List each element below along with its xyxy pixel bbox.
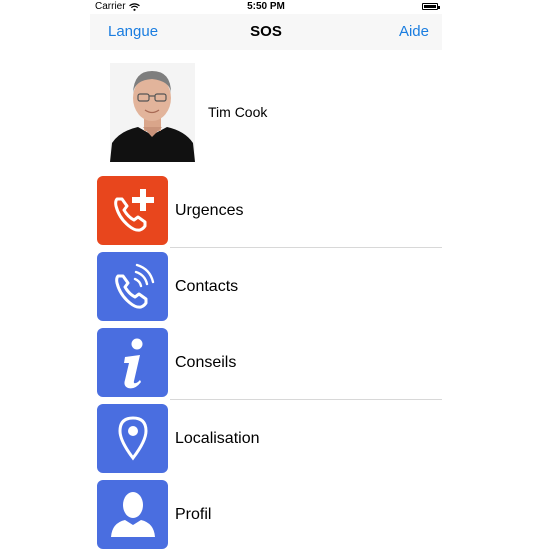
navigation-bar: Langue SOS Aide bbox=[90, 14, 442, 50]
row-divider bbox=[170, 399, 442, 400]
battery-icon bbox=[422, 3, 440, 10]
phone-call-icon bbox=[114, 263, 154, 309]
row-divider bbox=[170, 247, 442, 248]
menu-item-conseils[interactable]: Conseils bbox=[97, 328, 442, 404]
status-bar: Carrier 5:50 PM bbox=[90, 0, 442, 14]
menu-label-profil: Profil bbox=[175, 506, 212, 523]
menu-item-profil[interactable]: Profil bbox=[97, 480, 442, 550]
menu-item-localisation[interactable]: Localisation bbox=[97, 404, 442, 480]
clock: 5:50 PM bbox=[247, 1, 285, 12]
urgences-tile[interactable] bbox=[97, 176, 168, 245]
phone-screen: Carrier 5:50 PM Langue SOS Aide Tim Cook… bbox=[90, 0, 442, 550]
phone-plus-icon bbox=[113, 188, 154, 232]
menu-label-contacts: Contacts bbox=[175, 278, 239, 295]
menu-label-localisation: Localisation bbox=[175, 430, 260, 447]
menu-label-urgences: Urgences bbox=[175, 202, 244, 219]
menu-item-urgences[interactable]: Urgences bbox=[97, 176, 442, 252]
user-icon bbox=[110, 491, 155, 537]
info-icon bbox=[123, 338, 142, 388]
nav-title: SOS bbox=[250, 23, 282, 40]
contacts-tile[interactable] bbox=[97, 252, 168, 321]
profile-photo bbox=[110, 63, 195, 162]
help-button[interactable]: Aide bbox=[399, 14, 429, 50]
location-pin-icon bbox=[117, 415, 148, 460]
profil-tile[interactable] bbox=[97, 480, 168, 549]
menu-item-contacts[interactable]: Contacts bbox=[97, 252, 442, 328]
localisation-tile[interactable] bbox=[97, 404, 168, 473]
menu-label-conseils: Conseils bbox=[175, 354, 237, 371]
person-portrait-icon bbox=[110, 63, 195, 162]
profile-name: Tim Cook bbox=[208, 104, 268, 120]
conseils-tile[interactable] bbox=[97, 328, 168, 397]
